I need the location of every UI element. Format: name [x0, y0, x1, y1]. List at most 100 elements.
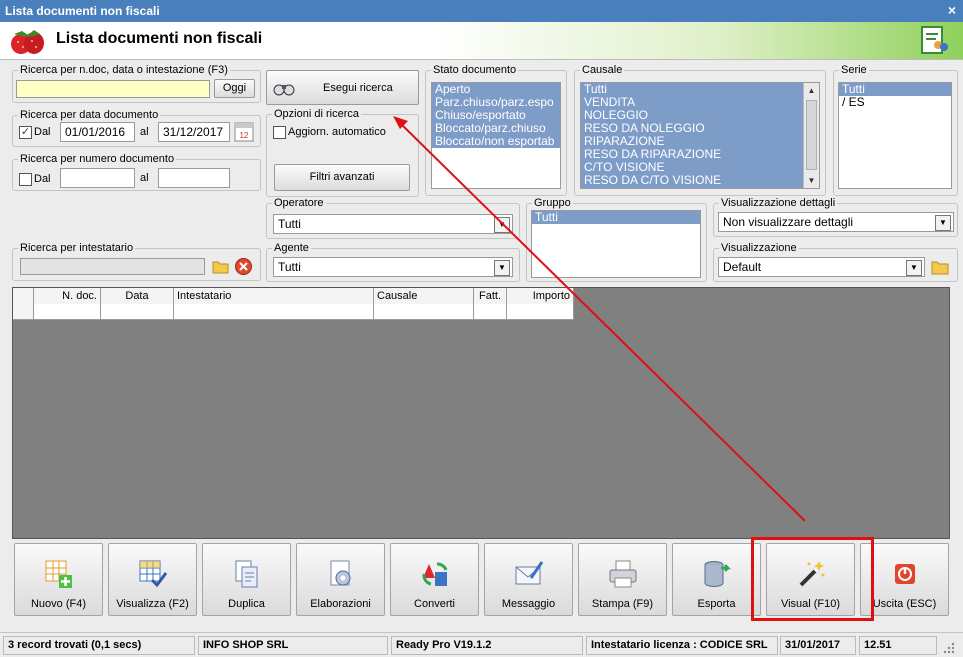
- scroll-thumb[interactable]: [806, 100, 817, 170]
- message-button[interactable]: Messaggio: [484, 543, 573, 616]
- operatore-select[interactable]: Tutti ▼: [273, 214, 513, 234]
- gruppo-list[interactable]: Tutti: [531, 210, 701, 278]
- view-grid-check-icon: [139, 560, 167, 588]
- agente-select[interactable]: Tutti ▼: [273, 257, 513, 277]
- view-value: Default: [723, 260, 762, 274]
- number-to-input[interactable]: [158, 168, 230, 188]
- chevron-down-icon[interactable]: ▼: [935, 215, 951, 231]
- chevron-down-icon[interactable]: ▼: [494, 217, 510, 233]
- number-from-checkbox[interactable]: [19, 173, 32, 186]
- status-version: Ready Pro V19.1.2: [391, 636, 583, 655]
- folder-icon[interactable]: [930, 257, 950, 277]
- search-options-legend: Opzioni di ricerca: [274, 108, 359, 120]
- processing-label: Elaborazioni: [310, 598, 371, 610]
- search-text-legend: Ricerca per n.doc, data o intestazione (…: [20, 64, 228, 76]
- clear-icon[interactable]: [234, 257, 253, 276]
- list-item[interactable]: RESO DA C/TO VISIONE: [581, 174, 819, 187]
- date-from-checkbox[interactable]: ✓: [19, 126, 32, 139]
- date-to-input[interactable]: 31/12/2017: [158, 122, 230, 142]
- table-cell[interactable]: [474, 304, 507, 319]
- view-legend: Visualizzazione: [721, 242, 797, 254]
- database-export-icon: [704, 561, 731, 587]
- serie-list[interactable]: Tutti / ES: [838, 82, 952, 189]
- status-time: 12.51: [859, 636, 937, 655]
- table-cell[interactable]: [374, 304, 474, 319]
- window-title: Lista documenti non fiscali: [5, 4, 160, 18]
- view-select[interactable]: Default ▼: [718, 257, 925, 277]
- strawberry-logo-icon: [11, 30, 44, 54]
- folder-icon[interactable]: [211, 257, 230, 276]
- visual-button[interactable]: Visual (F10): [766, 543, 855, 616]
- search-text-input[interactable]: [16, 80, 210, 98]
- auto-update-label: Aggiorn. automatico: [288, 126, 386, 138]
- list-item[interactable]: / ES: [839, 96, 951, 109]
- list-item[interactable]: Tutti: [532, 211, 700, 224]
- table-cell[interactable]: [34, 304, 101, 319]
- list-item[interactable]: Bloccato/non esportab: [432, 135, 560, 148]
- scroll-up-icon[interactable]: ▲: [805, 84, 818, 97]
- date-from-label: Dal: [34, 126, 51, 138]
- table-cell[interactable]: [174, 304, 374, 319]
- window-title-bar: Lista documenti non fiscali ×: [0, 0, 963, 22]
- table-row[interactable]: [13, 304, 574, 320]
- magic-wand-icon: [799, 561, 824, 587]
- documents-table[interactable]: N. doc. Data Intestatario Causale Fatt. …: [12, 287, 950, 539]
- column-header[interactable]: Importo: [507, 288, 574, 304]
- auto-update-checkbox[interactable]: [273, 126, 286, 139]
- column-header[interactable]: N. doc.: [34, 288, 101, 304]
- close-icon[interactable]: ×: [948, 2, 956, 18]
- print-button[interactable]: Stampa (F9): [578, 543, 667, 616]
- chevron-down-icon[interactable]: ▼: [906, 260, 922, 276]
- duplicate-label: Duplica: [228, 598, 265, 610]
- causale-legend: Causale: [582, 64, 623, 76]
- convert-button[interactable]: Converti: [390, 543, 479, 616]
- causale-list[interactable]: Tutti VENDITA NOLEGGIO RESO DA NOLEGGIO …: [580, 82, 820, 189]
- number-from-label: Dal: [34, 173, 51, 185]
- details-view-select[interactable]: Non visualizzare dettagli ▼: [718, 212, 954, 232]
- search-number-legend: Ricerca per numero documento: [20, 153, 175, 165]
- row-selector-header: [13, 288, 34, 304]
- resize-grip-icon[interactable]: [942, 641, 956, 655]
- date-to-label: al: [140, 126, 149, 138]
- scroll-down-icon[interactable]: ▼: [805, 174, 818, 187]
- duplicate-document-icon: [235, 560, 257, 588]
- duplicate-button[interactable]: Duplica: [202, 543, 291, 616]
- search-date-legend: Ricerca per data documento: [20, 109, 159, 121]
- advanced-filters-button[interactable]: Filtri avanzati: [274, 164, 410, 191]
- printer-icon: [609, 560, 636, 588]
- operatore-legend: Operatore: [274, 197, 324, 209]
- page-header: Lista documenti non fiscali: [0, 22, 963, 60]
- message-label: Messaggio: [501, 598, 556, 610]
- print-label: Stampa (F9): [591, 598, 654, 610]
- exit-button[interactable]: Uscita (ESC): [860, 543, 949, 616]
- number-from-input[interactable]: [60, 168, 135, 188]
- view-button[interactable]: Visualizza (F2): [108, 543, 197, 616]
- oggi-button[interactable]: Oggi: [214, 79, 255, 98]
- gruppo-legend: Gruppo: [534, 197, 571, 209]
- column-header[interactable]: Data: [101, 288, 174, 304]
- table-cell[interactable]: [507, 304, 574, 319]
- details-view-value: Non visualizzare dettagli: [723, 215, 854, 229]
- processing-button[interactable]: Elaborazioni: [296, 543, 385, 616]
- calendar-icon[interactable]: 12: [234, 121, 254, 142]
- column-header[interactable]: Fatt.: [474, 288, 507, 304]
- run-search-button[interactable]: Esegui ricerca: [266, 70, 419, 105]
- column-header[interactable]: Intestatario: [174, 288, 374, 304]
- details-view-legend: Visualizzazione dettagli: [721, 197, 836, 209]
- column-header[interactable]: Causale: [374, 288, 474, 304]
- table-cell[interactable]: [101, 304, 174, 319]
- holder-input[interactable]: [20, 258, 205, 275]
- row-selector[interactable]: [13, 304, 34, 319]
- status-license: Intestatario licenza : CODICE SRL: [586, 636, 778, 655]
- exit-label: Uscita (ESC): [872, 598, 937, 610]
- chevron-down-icon[interactable]: ▼: [494, 260, 510, 276]
- status-list[interactable]: Aperto Parz.chiuso/parz.espo Chiuso/espo…: [431, 82, 561, 189]
- causale-scrollbar[interactable]: ▲ ▼: [803, 83, 819, 188]
- new-label: Nuovo (F4): [30, 598, 87, 610]
- export-button[interactable]: Esporta: [672, 543, 761, 616]
- view-label: Visualizza (F2): [116, 598, 189, 610]
- page-title: Lista documenti non fiscali: [56, 30, 263, 47]
- date-from-input[interactable]: 01/01/2016: [60, 122, 135, 142]
- agente-value: Tutti: [278, 260, 301, 274]
- new-button[interactable]: Nuovo (F4): [14, 543, 103, 616]
